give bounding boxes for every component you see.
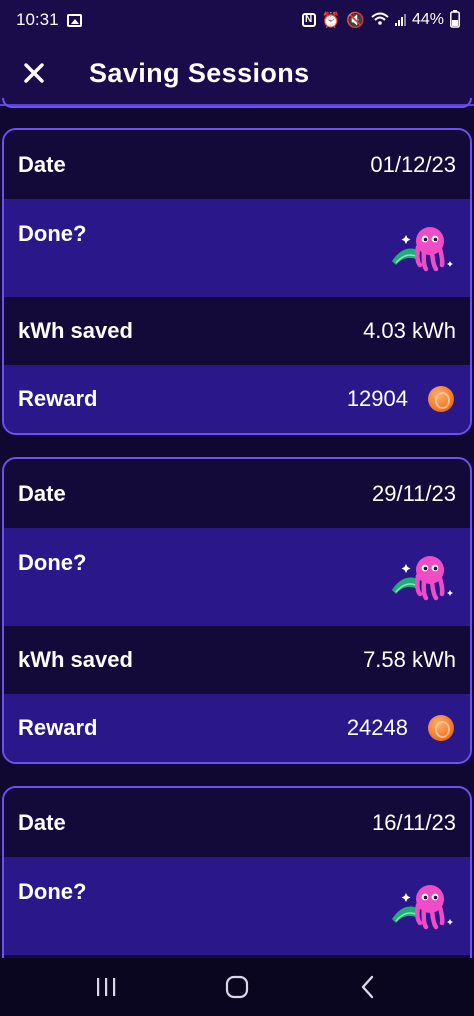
date-value: 16/11/23 (371, 809, 456, 835)
app-screen: 10:31 N ⏰ 🔇 44% Saving Sessions Date 01/… (0, 0, 474, 1016)
reward-value-group: 12904 (347, 386, 456, 412)
reward-value: 24248 (346, 715, 408, 740)
session-card: Date 29/11/23 Done? kWh saved 7.58 kWh R… (2, 457, 472, 764)
reward-row: Reward 12904 (4, 365, 470, 433)
session-card: Date 16/11/23 Done? (2, 786, 472, 986)
kwh-label: kWh saved (18, 647, 133, 672)
session-card: Date 01/12/23 Done? kWh saved 4.03 kWh R… (2, 128, 472, 435)
status-right: N ⏰ 🔇 44% (301, 9, 460, 31)
done-row: Done? (4, 857, 470, 955)
system-nav-bar (0, 958, 474, 1016)
kwh-value: 4.03 kWh (363, 318, 456, 343)
done-label: Done? (18, 221, 87, 246)
close-icon (24, 63, 44, 83)
done-label: Done? (18, 879, 87, 904)
date-label: Date (18, 151, 66, 177)
alarm-icon: ⏰ (321, 11, 341, 29)
octopus-mascot-icon (392, 556, 453, 601)
done-row: Done? (4, 199, 470, 297)
date-value: 01/12/23 (370, 151, 456, 177)
date-value: 29/11/23 (371, 480, 456, 506)
reward-label: Reward (18, 715, 98, 740)
octopus-mascot-icon (392, 227, 453, 272)
status-time: 10:31 (16, 10, 59, 29)
coin-icon (428, 386, 454, 412)
mute-icon: 🔇 (346, 11, 365, 29)
battery-percentage: 44% (411, 11, 444, 28)
done-row: Done? (4, 528, 470, 626)
kwh-row: kWh saved 7.58 kWh (4, 626, 470, 694)
previous-card-edge (2, 98, 472, 108)
date-label: Date (18, 809, 66, 835)
wifi-icon (371, 12, 389, 29)
back-button[interactable] (338, 965, 398, 1009)
date-row: Date 16/11/23 (4, 788, 470, 857)
nfc-icon: N (301, 13, 316, 27)
reward-row: Reward 24248 (4, 694, 470, 762)
home-button[interactable] (207, 965, 267, 1009)
recent-apps-button[interactable] (76, 965, 136, 1009)
close-button[interactable] (0, 40, 68, 106)
date-label: Date (18, 480, 66, 506)
octopus-mascot-icon (392, 885, 453, 930)
kwh-label: kWh saved (18, 318, 133, 343)
signal-icon (394, 14, 406, 26)
home-icon (225, 975, 249, 999)
kwh-value: 7.58 kWh (363, 647, 456, 672)
date-row: Date 01/12/23 (4, 130, 470, 199)
coin-icon (428, 715, 454, 741)
reward-value-group: 24248 (347, 715, 456, 741)
page-title: Saving Sessions (89, 57, 310, 88)
status-bar: 10:31 N ⏰ 🔇 44% (0, 0, 474, 40)
reward-label: Reward (18, 386, 98, 411)
app-header: Saving Sessions (0, 40, 474, 106)
back-icon (362, 975, 374, 999)
recent-apps-icon (96, 978, 115, 996)
done-label: Done? (18, 550, 87, 575)
kwh-row: kWh saved 4.03 kWh (4, 297, 470, 365)
date-row: Date 29/11/23 (4, 459, 470, 528)
gallery-notification-icon (66, 13, 82, 27)
battery-icon (450, 9, 460, 31)
status-left: 10:31 (16, 10, 82, 30)
reward-value: 12904 (346, 386, 408, 411)
